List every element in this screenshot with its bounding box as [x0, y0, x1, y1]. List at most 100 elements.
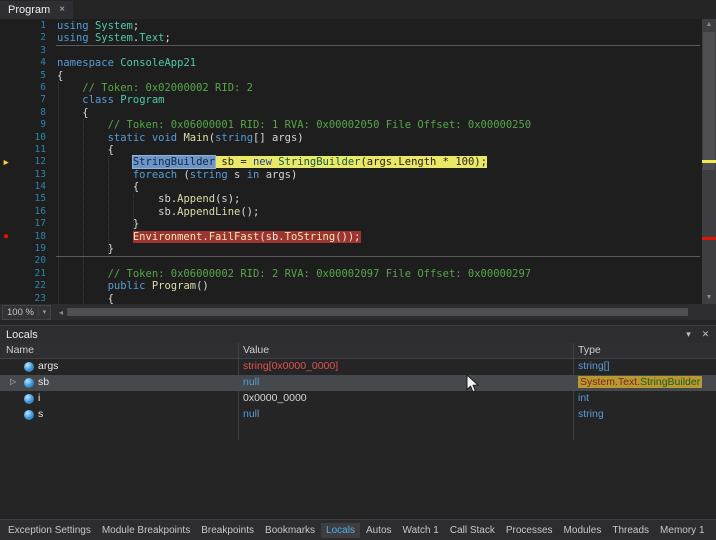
horizontal-scrollbar-thumb[interactable]	[67, 308, 688, 316]
breakpoint-margin[interactable]	[0, 181, 16, 193]
locals-row-s[interactable]: snullstring	[0, 407, 716, 423]
code-line[interactable]: 13 foreach (string s in args)	[0, 169, 702, 181]
breakpoint-margin[interactable]	[0, 206, 16, 218]
code-line[interactable]: 4namespace ConsoleApp21	[0, 57, 702, 69]
tool-tab-bookmarks[interactable]: Bookmarks	[260, 523, 320, 538]
breakpoint-margin[interactable]	[0, 169, 16, 181]
breakpoint-margin[interactable]	[0, 132, 16, 144]
line-number: 6	[16, 82, 46, 94]
breakpoint-margin[interactable]	[0, 107, 16, 119]
locals-row-args[interactable]: argsstring[0x0000_0000]string[]	[0, 359, 716, 375]
code-line[interactable]: 2using System.Text;	[0, 32, 702, 44]
tab-title: Program	[8, 4, 50, 16]
breakpoint-margin[interactable]	[0, 280, 16, 292]
breakpoint-margin[interactable]	[0, 20, 16, 32]
locals-title: Locals	[6, 329, 38, 341]
code-line[interactable]: 14 {	[0, 181, 702, 193]
locals-title-bar[interactable]: Locals ▾ ✕	[0, 326, 716, 343]
column-header-name[interactable]: Name	[6, 344, 34, 356]
vertical-scrollbar-thumb[interactable]	[703, 32, 715, 170]
column-header-value[interactable]: Value	[243, 344, 269, 356]
close-icon[interactable]: ✕	[698, 327, 713, 342]
tool-tab-watch-1[interactable]: Watch 1	[398, 523, 444, 538]
code-line[interactable]: 6 // Token: 0x02000002 RID: 2	[0, 82, 702, 94]
code-line[interactable]: 23 {	[0, 293, 702, 304]
breakpoint-margin[interactable]: ●	[0, 231, 16, 243]
code-token: Main	[183, 132, 208, 144]
code-line[interactable]: ►12 StringBuilder sb = new StringBuilder…	[0, 156, 702, 168]
breakpoint-icon[interactable]: ●	[3, 231, 9, 243]
locals-value-cell[interactable]: 0x0000_0000	[243, 392, 307, 404]
vertical-scrollbar[interactable]: ▲ ▼	[702, 19, 716, 304]
code-line[interactable]: 1using System;	[0, 20, 702, 32]
code-text: // Token: 0x06000001 RID: 1 RVA: 0x00002…	[57, 119, 531, 131]
breakpoint-margin[interactable]	[0, 82, 16, 94]
tool-tab-modules[interactable]: Modules	[559, 523, 607, 538]
code-line[interactable]: 5{	[0, 70, 702, 82]
tab-program[interactable]: Program ×	[0, 1, 73, 20]
code-line[interactable]: 17 }	[0, 218, 702, 230]
code-line[interactable]: 19 }	[0, 243, 702, 255]
code-line[interactable]: 3	[0, 45, 702, 57]
code-line[interactable]: 21 // Token: 0x06000002 RID: 2 RVA: 0x00…	[0, 268, 702, 280]
breakpoint-margin[interactable]	[0, 32, 16, 44]
breakpoint-margin[interactable]	[0, 193, 16, 205]
code-line[interactable]: 11 {	[0, 144, 702, 156]
code-line[interactable]: 7 class Program	[0, 94, 702, 106]
code-token: []	[253, 132, 272, 144]
code-line[interactable]: 22 public Program()	[0, 280, 702, 292]
tool-tab-memory-1[interactable]: Memory 1	[655, 523, 709, 538]
chevron-down-icon[interactable]: ▾	[681, 327, 696, 342]
breakpoint-margin[interactable]	[0, 243, 16, 255]
horizontal-scrollbar[interactable]	[67, 304, 701, 320]
locals-value-cell[interactable]: string[0x0000_0000]	[243, 360, 338, 372]
tool-tab-autos[interactable]: Autos	[361, 523, 397, 538]
tool-tab-breakpoints[interactable]: Breakpoints	[196, 523, 259, 538]
breakpoint-margin[interactable]	[0, 119, 16, 131]
breakpoint-margin[interactable]	[0, 94, 16, 106]
breakpoint-margin[interactable]	[0, 57, 16, 69]
code-token: {	[57, 107, 89, 119]
locals-name-cell: args	[38, 360, 58, 372]
locals-value-cell[interactable]: null	[243, 408, 259, 420]
code-token: sb	[158, 206, 171, 218]
locals-value-cell[interactable]: null	[243, 376, 259, 388]
tool-tab-exception-settings[interactable]: Exception Settings	[3, 523, 96, 538]
code-line[interactable]: 16 sb.AppendLine();	[0, 206, 702, 218]
scroll-up-icon[interactable]: ▲	[702, 19, 716, 31]
tool-tab-module-breakpoints[interactable]: Module Breakpoints	[97, 523, 195, 538]
breakpoint-margin[interactable]	[0, 218, 16, 230]
code-line[interactable]: 10 static void Main(string[] args)	[0, 132, 702, 144]
code-token: class	[82, 94, 114, 106]
tool-tab-threads[interactable]: Threads	[607, 523, 654, 538]
code-line[interactable]: 8 {	[0, 107, 702, 119]
breakpoint-margin[interactable]	[0, 255, 16, 267]
breakpoint-margin[interactable]: ►	[0, 156, 16, 168]
tool-tab-call-stack[interactable]: Call Stack	[445, 523, 500, 538]
scroll-left-icon[interactable]: ◂	[59, 308, 63, 317]
type-token: System.Text.	[580, 376, 640, 388]
code-line[interactable]: 15 sb.Append(s);	[0, 193, 702, 205]
tab-close-icon[interactable]: ×	[59, 5, 65, 15]
tool-tab-processes[interactable]: Processes	[501, 523, 558, 538]
code-line[interactable]: 9 // Token: 0x06000001 RID: 1 RVA: 0x000…	[0, 119, 702, 131]
locals-row-i[interactable]: i0x0000_0000int	[0, 391, 716, 407]
locals-row-sb[interactable]: ▷sbnullSystem.Text.StringBuilder	[0, 375, 716, 391]
locals-grid-header[interactable]: Name Value Type	[0, 343, 716, 359]
code-line[interactable]: 20	[0, 255, 702, 267]
zoom-dropdown-icon[interactable]: ▾	[38, 308, 50, 316]
breakpoint-margin[interactable]	[0, 144, 16, 156]
breakpoint-margin[interactable]	[0, 268, 16, 280]
tool-tab-locals[interactable]: Locals	[321, 523, 360, 538]
breakpoint-margin[interactable]	[0, 45, 16, 57]
code-editor[interactable]: 1using System;2using System.Text;34names…	[0, 19, 702, 304]
scroll-down-icon[interactable]: ▼	[702, 292, 716, 304]
column-header-type[interactable]: Type	[578, 344, 601, 356]
line-number: 21	[16, 268, 46, 280]
code-line[interactable]: ●18 Environment.FailFast(sb.ToString());	[0, 231, 702, 243]
breakpoint-margin[interactable]	[0, 293, 16, 304]
breakpoint-margin[interactable]	[0, 70, 16, 82]
expander-icon[interactable]: ▷	[10, 377, 16, 386]
zoom-combobox[interactable]: 100 % ▾	[2, 305, 51, 320]
tool-tab-output[interactable]: Output	[711, 523, 716, 538]
